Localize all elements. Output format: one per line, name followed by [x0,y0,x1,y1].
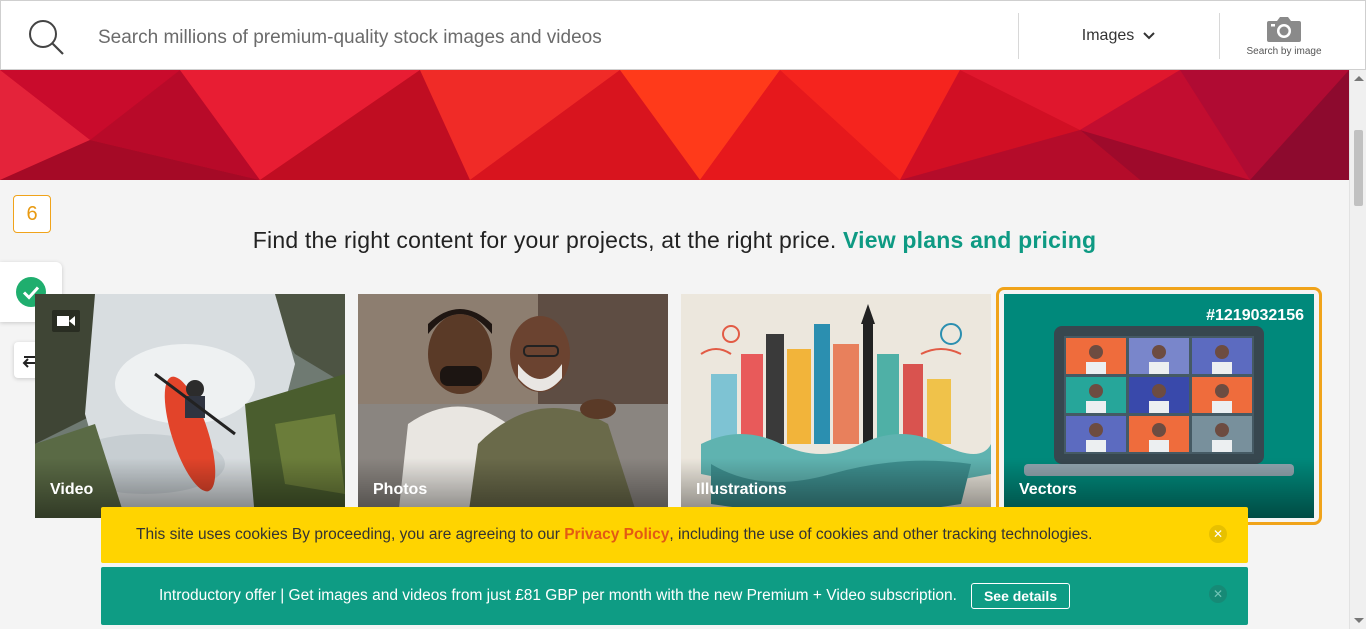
scroll-down-arrow[interactable] [1354,618,1364,623]
cookie-banner: This site uses cookies By proceeding, yo… [101,507,1248,563]
card-label: Illustrations [696,481,787,498]
card-label: Video [50,481,94,498]
image-id: #1219032156 [1206,307,1304,324]
video-camera-icon [52,310,80,332]
cookie-close-icon[interactable]: ✕ [1209,525,1227,543]
search-icon[interactable] [27,18,65,56]
card-illustrations[interactable]: Illustrations [681,294,991,518]
divider [1018,13,1019,59]
privacy-policy-link[interactable]: Privacy Policy [564,526,669,544]
view-plans-link[interactable]: View plans and pricing [843,227,1096,253]
banner-pattern [0,70,1349,180]
cookie-text: This site uses cookies By proceeding, yo… [136,526,565,543]
headline-text: Find the right content for your projects… [252,227,837,253]
see-details-button[interactable]: See details [970,583,1071,609]
card-vectors[interactable]: #1219032156 Vectors [1004,294,1314,518]
offer-close-icon[interactable]: ✕ [1209,585,1227,603]
search-bar: Images Search by image [0,0,1366,70]
scrollbar[interactable] [1349,70,1366,629]
chevron-down-icon [1143,32,1155,40]
offer-banner: Introductory offer | Get images and vide… [101,567,1248,625]
divider [1219,13,1220,59]
card-label: Vectors [1019,481,1077,498]
search-by-image-button[interactable]: Search by image [1221,1,1347,71]
image-type-label: Images [1081,27,1135,44]
hero-banner [0,70,1349,180]
search-by-image-label: Search by image [1246,46,1322,57]
scroll-thumb[interactable] [1354,130,1363,206]
scroll-up-arrow[interactable] [1354,76,1364,81]
notification-counter[interactable]: 6 [13,195,51,233]
pricing-headline: Find the right content for your projects… [0,227,1349,254]
offer-text: Introductory offer | Get images and vide… [159,587,957,604]
image-type-dropdown[interactable]: Images [1021,1,1217,71]
card-label: Photos [373,481,428,498]
camera-icon [1267,17,1301,42]
card-photos[interactable]: Photos [358,294,668,518]
search-input[interactable] [98,23,978,53]
cookie-text-after: , including the use of cookies and other… [669,526,1093,543]
card-video[interactable]: Video [35,294,345,518]
